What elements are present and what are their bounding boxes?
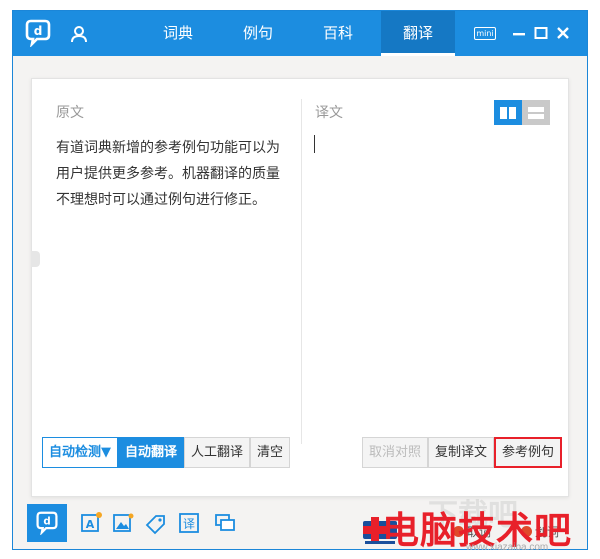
source-text-input[interactable]: 有道词典新增的参考例句功能可以为用户提供更多参考。机器翻译的质量不理想时可以通过… [56,135,292,213]
left-button-group: 自动检测▼ 自动翻译 人工翻译 清空 [42,437,291,468]
cancel-compare-button[interactable]: 取消对照 [362,437,429,468]
human-translate-button[interactable]: 人工翻译 [184,437,251,468]
close-icon[interactable] [554,24,572,42]
auto-translate-button[interactable]: 自动翻译 [118,437,185,468]
tab-dictionary[interactable]: 词典 [141,11,215,56]
image-translate-icon[interactable] [111,511,135,535]
chat-icon[interactable] [213,511,237,535]
clear-button[interactable]: 清空 [250,437,291,468]
minimize-icon[interactable] [510,24,528,42]
youdao-logo-icon[interactable]: d [23,19,53,47]
svg-text:译: 译 [183,517,195,531]
mini-mode-button[interactable]: mini [474,27,496,40]
source-label: 原文 [56,105,84,121]
app-window: d 词典 例句 百科 翻译 mini 原文 有道词典新增的参考例句功能可以为用户… [12,10,588,550]
collapse-handle[interactable] [31,251,40,267]
right-button-group: 取消对照 复制译文 参考例句 [362,437,563,468]
title-bar: d 词典 例句 百科 翻译 mini [13,11,587,56]
word-card-icon[interactable]: A [79,511,103,535]
pane-divider [301,99,302,444]
tab-encyclopedia[interactable]: 百科 [301,11,375,56]
svg-text:A: A [86,518,95,531]
rows-icon [528,106,544,119]
home-button[interactable]: d [27,504,67,542]
translate-icon[interactable]: 译 [177,511,201,535]
layout-toggle [494,100,550,125]
maximize-icon[interactable] [532,24,550,42]
translation-panel: 原文 有道词典新增的参考例句功能可以为用户提供更多参考。机器翻译的质量不理想时可… [31,78,569,497]
side-by-side-layout-button[interactable] [494,100,522,125]
target-text-area[interactable] [312,129,552,419]
tag-icon[interactable] [144,511,168,535]
watermark-url: www.xiazaiba.com [466,542,549,553]
copy-translation-button[interactable]: 复制译文 [428,437,495,468]
tab-examples[interactable]: 例句 [221,11,295,56]
stacked-layout-button[interactable] [522,100,550,125]
youdao-home-icon: d [36,511,58,535]
columns-icon [500,106,516,119]
tab-translate[interactable]: 翻译 [381,11,455,56]
auto-detect-dropdown[interactable]: 自动检测▼ [42,437,118,468]
svg-text:d: d [43,516,50,528]
user-icon[interactable] [69,24,89,44]
target-label: 译文 [315,105,343,121]
svg-text:d: d [34,24,43,38]
reference-examples-button[interactable]: 参考例句 [494,437,563,468]
